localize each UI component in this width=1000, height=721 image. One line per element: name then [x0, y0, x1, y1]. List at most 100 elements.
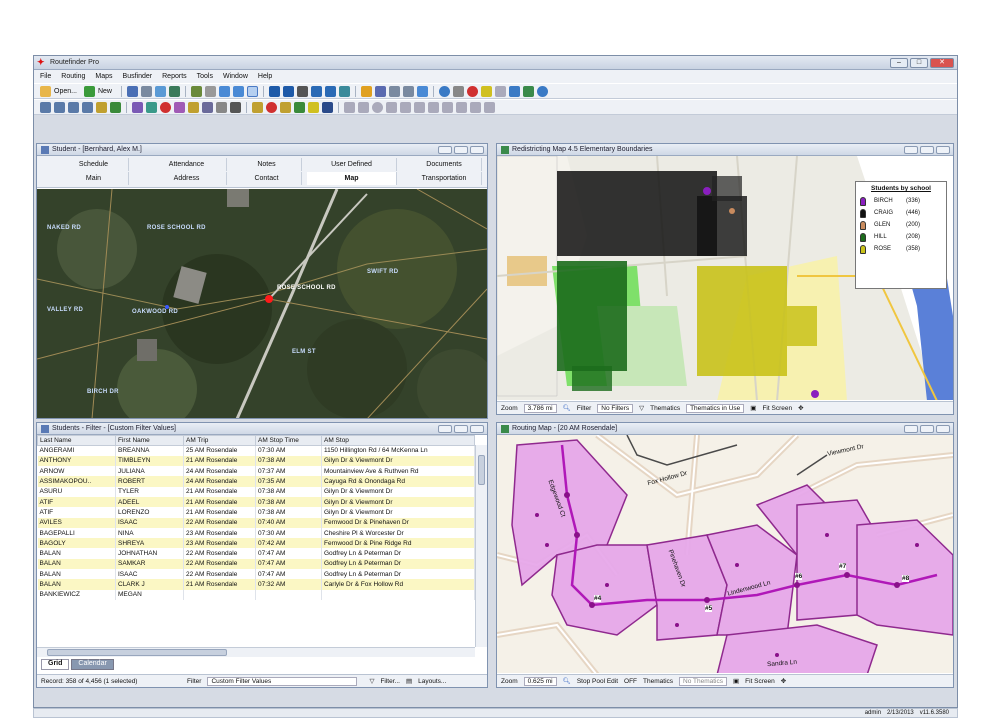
filter-button[interactable]: Filter... — [380, 678, 400, 685]
stop-label[interactable]: #4 — [594, 595, 602, 602]
menu-maps[interactable]: Maps — [95, 73, 112, 80]
arrow-left-icon[interactable] — [400, 101, 411, 113]
filter-value[interactable]: Custom Filter Values — [207, 676, 358, 686]
pane-maximize-button[interactable] — [920, 145, 934, 154]
stop-icon[interactable] — [282, 85, 294, 97]
stop-label[interactable]: #6 — [795, 573, 803, 580]
export-icon[interactable] — [456, 101, 467, 113]
route-add-icon[interactable] — [54, 101, 65, 113]
routing-map[interactable]: Viewmont Dr Fox Hollow Dr Edgewood Ct Pi… — [497, 435, 953, 673]
route-remove-icon[interactable] — [68, 101, 79, 113]
table-row[interactable]: BALAN CLARK J 21 AM Rosendale 07:32 AM Carly… — [37, 579, 475, 590]
table-row[interactable]: BAGOLY SHREYA 23 AM Rosendale 07:42 AM Fernw… — [37, 538, 475, 549]
arrow-next-icon[interactable] — [428, 101, 439, 113]
open-button[interactable]: Open... — [54, 88, 77, 95]
route-merge-icon[interactable] — [82, 101, 93, 113]
map-icon[interactable] — [190, 85, 202, 97]
column-header[interactable]: AM Trip — [183, 435, 256, 446]
tab-attendance[interactable]: Attendance — [147, 158, 227, 171]
redistricting-map[interactable]: Students by school BIRCH (336) CRAIG (446)… — [497, 156, 953, 400]
table-row[interactable]: BALAN SAMKAR 22 AM Rosendale 07:47 AM Godfre… — [37, 558, 475, 570]
select-icon[interactable] — [204, 85, 216, 97]
open-folder-icon[interactable] — [40, 85, 51, 97]
transfer-icon[interactable] — [202, 101, 213, 113]
zoom-icon[interactable]: 🔍︎ — [563, 404, 571, 412]
reverse-icon[interactable] — [216, 101, 227, 113]
no-entry-icon[interactable] — [466, 85, 478, 97]
maximize-button[interactable]: □ — [910, 57, 928, 68]
route-icon[interactable] — [40, 101, 51, 113]
table-row[interactable]: BALAN JOHNATHAN 22 AM Rosendale 07:47 AM God… — [37, 548, 475, 559]
tab-address[interactable]: Address — [147, 172, 227, 185]
pane-maximize-button[interactable] — [920, 424, 934, 433]
table-row[interactable]: ARNOW JULIANA 24 AM Rosendale 07:37 AM Mount… — [37, 466, 475, 477]
stop-move-icon[interactable] — [280, 101, 291, 113]
fit-screen-button[interactable]: Fit Screen — [745, 678, 775, 685]
stop-delete-icon[interactable] — [266, 101, 277, 113]
pane-minimize-button[interactable] — [904, 145, 918, 154]
column-header[interactable]: First Name — [115, 435, 184, 446]
pane-maximize-button[interactable] — [454, 424, 468, 433]
table-row[interactable]: BAGEPALLI NINA 23 AM Rosendale 07:30 AM Ches… — [37, 527, 475, 539]
pan-icon[interactable] — [246, 85, 258, 97]
table-icon[interactable] — [388, 85, 400, 97]
menu-tools[interactable]: Tools — [197, 73, 213, 80]
pane-minimize-button[interactable] — [904, 424, 918, 433]
print-icon[interactable] — [140, 85, 152, 97]
table-row[interactable]: BALAN ISAAC 22 AM Rosendale 07:47 AM Godfrey… — [37, 569, 475, 580]
sort-icon[interactable] — [374, 85, 386, 97]
help-icon[interactable] — [536, 85, 548, 97]
split-icon[interactable] — [174, 101, 185, 113]
layer-icon[interactable] — [310, 85, 322, 97]
measure-icon[interactable] — [358, 101, 369, 113]
pan-arrows-icon[interactable]: ✥ — [798, 404, 803, 412]
zoom-in-icon[interactable] — [218, 85, 230, 97]
zoom-out-icon[interactable] — [232, 85, 244, 97]
cursor-icon[interactable] — [452, 85, 464, 97]
chart-icon[interactable] — [402, 85, 414, 97]
new-icon[interactable] — [83, 85, 95, 97]
menu-busfinder[interactable]: Busfinder — [123, 73, 153, 80]
menu-reports[interactable]: Reports — [162, 73, 187, 80]
sigma-icon[interactable] — [442, 101, 453, 113]
new-button[interactable]: New — [98, 88, 112, 95]
delete-route-icon[interactable] — [160, 101, 171, 113]
close-button[interactable]: ✕ — [930, 57, 954, 68]
keyboard-icon[interactable] — [322, 101, 333, 113]
arrow-right-icon[interactable] — [414, 101, 425, 113]
report-icon[interactable] — [168, 85, 180, 97]
zoom-value[interactable]: 3.786 mi — [523, 403, 557, 413]
table-row[interactable]: AVILES ISAAC 22 AM Rosendale 07:40 AM Fernwo… — [37, 517, 475, 528]
pane-minimize-button[interactable] — [438, 424, 452, 433]
line-icon[interactable] — [296, 85, 308, 97]
stop-assign-icon[interactable] — [294, 101, 305, 113]
grid-icon[interactable] — [494, 85, 506, 97]
thematics-value[interactable]: Thematics in Use — [686, 403, 745, 413]
table-row[interactable]: ASSIMAKOPOU.. ROBERT 24 AM Rosendale 07:35 … — [37, 476, 475, 487]
fit-screen-icon[interactable]: ▣ — [750, 404, 756, 412]
tab-notes[interactable]: Notes — [232, 158, 302, 171]
save-icon[interactable] — [126, 85, 138, 97]
cut-icon[interactable] — [230, 101, 241, 113]
vertical-scrollbar[interactable] — [475, 445, 487, 647]
walk-icon[interactable] — [344, 101, 355, 113]
pane-close-button[interactable] — [936, 145, 950, 154]
sequence-icon[interactable] — [146, 101, 157, 113]
pane-close-button[interactable] — [470, 424, 484, 433]
stop-pool-edit-value[interactable]: OFF — [624, 678, 637, 685]
stop-label[interactable]: #5 — [705, 605, 713, 612]
filter-value[interactable]: No Filters — [597, 403, 634, 413]
student-icon[interactable] — [96, 101, 107, 113]
pane-minimize-button[interactable] — [438, 145, 452, 154]
table-row[interactable]: ATIF ADEEL 21 AM Rosendale 07:38 AM Gilyn Dr… — [37, 496, 475, 508]
info-icon[interactable] — [438, 85, 450, 97]
highlight-icon[interactable] — [480, 85, 492, 97]
page-icon[interactable] — [484, 101, 495, 113]
tab-documents[interactable]: Documents — [407, 158, 482, 171]
menu-help[interactable]: Help — [258, 73, 272, 80]
horizontal-scrollbar[interactable] — [37, 647, 475, 657]
path-icon[interactable] — [386, 101, 397, 113]
tab-schedule[interactable]: Schedule — [59, 158, 129, 171]
tab-user-defined[interactable]: User Defined — [307, 158, 397, 171]
radius-icon[interactable] — [372, 101, 383, 113]
